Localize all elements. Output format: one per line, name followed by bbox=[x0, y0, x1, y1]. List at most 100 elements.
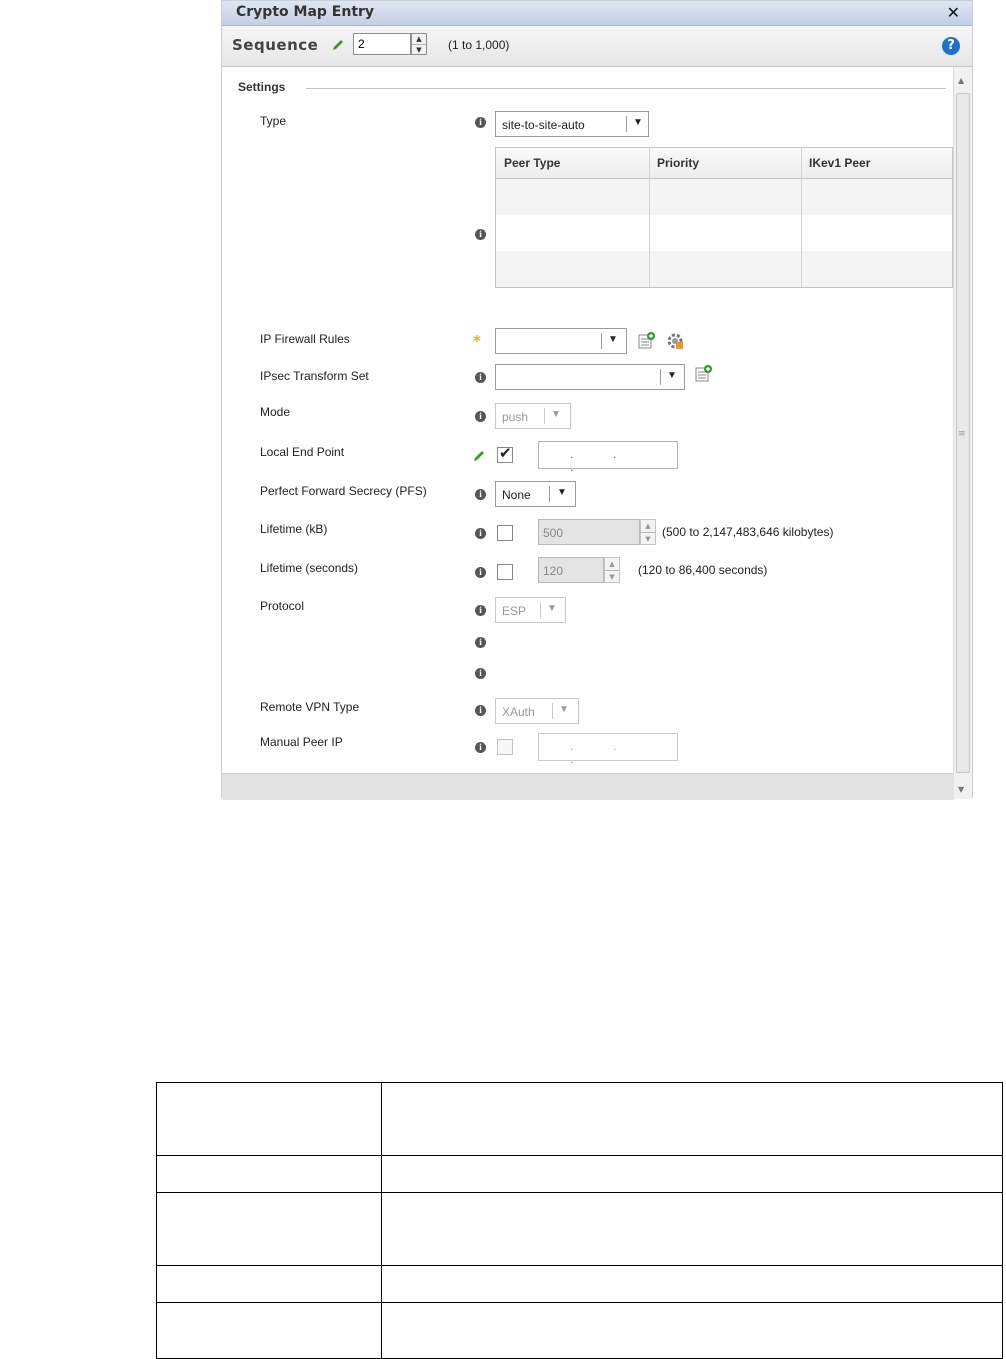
chevron-down-icon[interactable]: ▼ bbox=[559, 704, 569, 715]
lifetime-kb-range: (500 to 2,147,483,646 kilobytes) bbox=[662, 525, 834, 539]
sequence-bar: Sequence ▲ ▼ (1 to 1,000) ? bbox=[222, 26, 972, 67]
protocol-value: ESP bbox=[502, 604, 527, 618]
ipsec-transform-set-select[interactable]: ▼ bbox=[495, 364, 685, 390]
add-transform-set-icon[interactable] bbox=[695, 365, 713, 383]
protocol-select[interactable]: ESP ▼ bbox=[495, 597, 566, 623]
info-icon: i bbox=[475, 637, 486, 648]
chevron-down-icon[interactable]: ▼ bbox=[633, 117, 643, 128]
vertical-scrollbar[interactable]: ▲ ≡ ▼ bbox=[953, 67, 972, 799]
local-end-point-ip-input[interactable]: . . . bbox=[538, 441, 678, 474]
type-select[interactable]: site-to-site-auto ▼ bbox=[495, 111, 649, 137]
required-icon: * bbox=[473, 332, 481, 350]
table-cell bbox=[381, 1302, 1003, 1359]
dialog-title: Crypto Map Entry bbox=[236, 4, 375, 20]
doc-table bbox=[156, 1082, 1003, 1359]
info-icon: i bbox=[475, 372, 486, 383]
info-icon: i bbox=[475, 705, 486, 716]
table-row bbox=[156, 1302, 1003, 1359]
chevron-down-icon[interactable]: ▼ bbox=[551, 409, 561, 420]
sequence-input[interactable] bbox=[353, 33, 411, 55]
lifetime-seconds-checkbox[interactable] bbox=[497, 564, 513, 580]
column-divider bbox=[801, 148, 802, 287]
local-end-point-checkbox[interactable]: ✔ bbox=[497, 444, 513, 463]
mode-value: push bbox=[502, 410, 529, 424]
checkmark-icon: ✔ bbox=[499, 444, 512, 462]
ip-placeholder: . . . bbox=[570, 448, 635, 474]
select-separator bbox=[601, 333, 602, 349]
add-rule-icon[interactable] bbox=[638, 332, 656, 350]
spin-up-icon[interactable]: ▲ bbox=[412, 34, 426, 45]
gear-icon[interactable] bbox=[666, 332, 684, 350]
scroll-down-icon[interactable]: ▼ bbox=[958, 785, 964, 794]
select-separator bbox=[544, 408, 545, 424]
select-separator bbox=[540, 602, 541, 618]
help-icon[interactable]: ? bbox=[942, 37, 960, 55]
manual-peer-ip-input[interactable]: . . . bbox=[538, 733, 678, 766]
column-divider bbox=[649, 148, 650, 287]
edit-pencil-icon bbox=[333, 40, 343, 50]
info-icon: i bbox=[475, 605, 486, 616]
table-row bbox=[156, 1155, 1003, 1193]
lifetime-kb-input[interactable]: 500 bbox=[538, 519, 640, 545]
manual-peer-ip-checkbox[interactable] bbox=[497, 739, 513, 755]
local-end-point-label: Local End Point bbox=[260, 445, 345, 459]
spin-down-icon[interactable]: ▼ bbox=[412, 45, 426, 55]
lifetime-kb-stepper[interactable]: ▲ ▼ bbox=[640, 519, 656, 545]
chevron-down-icon[interactable]: ▼ bbox=[667, 370, 677, 381]
sequence-range: (1 to 1,000) bbox=[448, 38, 510, 52]
dialog-title-bar: Crypto Map Entry ✕ bbox=[222, 1, 972, 26]
lifetime-kb-label: Lifetime (kB) bbox=[260, 522, 328, 536]
pfs-value: None bbox=[502, 488, 531, 502]
manual-peer-ip-label: Manual Peer IP bbox=[260, 735, 343, 749]
select-separator bbox=[626, 116, 627, 132]
spin-up-icon[interactable]: ▲ bbox=[605, 558, 619, 571]
info-icon: i bbox=[475, 489, 486, 500]
lifetime-seconds-range: (120 to 86,400 seconds) bbox=[638, 563, 768, 577]
info-icon: i bbox=[475, 742, 486, 753]
ip-firewall-rules-select[interactable]: ▼ bbox=[495, 328, 627, 354]
settings-panel: Settings Type i site-to-site-auto ▼ i Pe… bbox=[222, 67, 954, 773]
chevron-down-icon[interactable]: ▼ bbox=[608, 334, 618, 345]
table-cell bbox=[381, 1155, 1003, 1193]
close-icon[interactable]: ✕ bbox=[947, 3, 960, 22]
type-label: Type bbox=[260, 114, 287, 128]
lifetime-kb-value: 500 bbox=[543, 526, 564, 540]
spin-down-icon[interactable]: ▼ bbox=[605, 571, 619, 583]
info-icon: i bbox=[475, 567, 486, 578]
scroll-up-icon[interactable]: ▲ bbox=[958, 76, 964, 85]
table-cell bbox=[381, 1082, 1003, 1156]
lifetime-seconds-stepper[interactable]: ▲ ▼ bbox=[604, 557, 620, 583]
remote-vpn-type-select[interactable]: XAuth ▼ bbox=[495, 698, 579, 724]
chevron-down-icon[interactable]: ▼ bbox=[547, 603, 557, 614]
table-cell bbox=[156, 1082, 382, 1156]
crypto-map-entry-dialog: Crypto Map Entry ✕ Sequence ▲ ▼ (1 to 1,… bbox=[221, 0, 973, 800]
column-header[interactable]: IKev1 Peer bbox=[809, 156, 870, 170]
info-icon: i bbox=[475, 117, 486, 128]
info-icon: i bbox=[475, 229, 486, 240]
protocol-label: Protocol bbox=[260, 599, 305, 613]
edit-pencil-icon bbox=[474, 451, 484, 461]
table-cell bbox=[156, 1192, 382, 1266]
table-row[interactable] bbox=[496, 179, 952, 215]
table-row[interactable] bbox=[496, 215, 952, 251]
column-header[interactable]: Peer Type bbox=[504, 156, 560, 170]
column-header[interactable]: Priority bbox=[657, 156, 699, 170]
mode-label: Mode bbox=[260, 405, 291, 419]
spin-down-icon[interactable]: ▼ bbox=[641, 533, 655, 545]
lifetime-seconds-input[interactable]: 120 bbox=[538, 557, 604, 583]
chevron-down-icon[interactable]: ▼ bbox=[557, 487, 567, 498]
table-cell bbox=[381, 1265, 1003, 1303]
type-value: site-to-site-auto bbox=[502, 118, 585, 132]
table-cell bbox=[156, 1302, 382, 1359]
table-row[interactable] bbox=[496, 251, 952, 287]
peer-table-header: Peer Type Priority IKev1 Peer bbox=[496, 148, 952, 179]
mode-select[interactable]: push ▼ bbox=[495, 403, 571, 429]
spin-up-icon[interactable]: ▲ bbox=[641, 520, 655, 533]
ipsec-transform-set-label: IPsec Transform Set bbox=[260, 369, 369, 383]
table-cell bbox=[156, 1155, 382, 1193]
lifetime-kb-checkbox[interactable] bbox=[497, 525, 513, 541]
pfs-select[interactable]: None ▼ bbox=[495, 481, 576, 507]
sequence-stepper[interactable]: ▲ ▼ bbox=[411, 33, 427, 55]
lifetime-seconds-value: 120 bbox=[543, 564, 564, 578]
sequence-label: Sequence bbox=[232, 36, 319, 54]
